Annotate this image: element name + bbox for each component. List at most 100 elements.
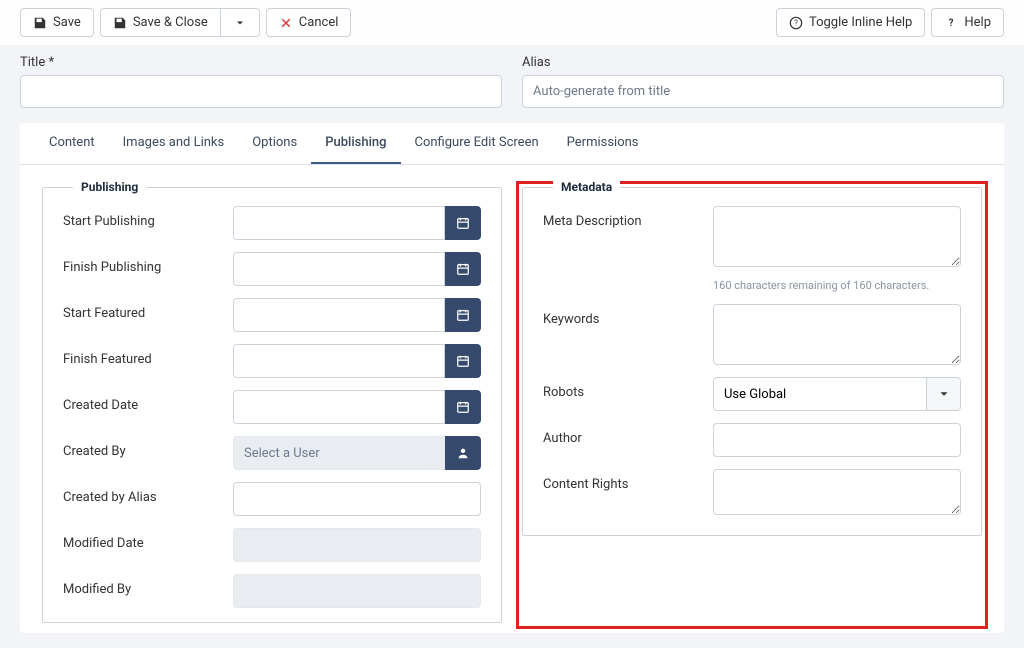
content-row: Publishing Start Publishing Finish Publi… [20, 165, 1004, 633]
label-author: Author [543, 423, 703, 446]
label-keywords: Keywords [543, 304, 703, 327]
tab-configure-edit[interactable]: Configure Edit Screen [401, 123, 553, 164]
input-start-featured[interactable] [233, 298, 445, 332]
chevron-down-icon [233, 16, 247, 30]
select-robots[interactable] [713, 377, 961, 411]
row-modified-date: Modified Date [63, 528, 481, 562]
question-icon: ? [944, 16, 958, 30]
row-author: Author [543, 423, 961, 457]
row-content-rights: Content Rights [543, 469, 961, 515]
metadata-fieldset: Metadata Meta Description 160 characters… [522, 187, 982, 536]
help-button[interactable]: ? Help [931, 8, 1004, 37]
svg-text:?: ? [949, 18, 954, 29]
row-created-date: Created Date [63, 390, 481, 424]
label-modified-by: Modified By [63, 574, 223, 597]
metadata-legend: Metadata [553, 180, 620, 194]
save-button[interactable]: Save [20, 8, 94, 37]
label-finish-publishing: Finish Publishing [63, 252, 223, 275]
user-icon [456, 446, 470, 460]
calendar-icon [456, 354, 470, 368]
save-icon [113, 16, 127, 30]
label-content-rights: Content Rights [543, 469, 703, 492]
title-label: Title * [20, 55, 502, 70]
save-close-label: Save & Close [133, 15, 208, 30]
cancel-icon [279, 16, 293, 30]
textarea-content-rights[interactable] [713, 469, 961, 515]
main-panel: Content Images and Links Options Publish… [20, 123, 1004, 633]
row-start-featured: Start Featured [63, 298, 481, 332]
input-start-publishing[interactable] [233, 206, 445, 240]
tab-content[interactable]: Content [35, 123, 109, 164]
input-finish-featured[interactable] [233, 344, 445, 378]
label-start-featured: Start Featured [63, 298, 223, 321]
tabs: Content Images and Links Options Publish… [20, 123, 1004, 165]
save-label: Save [53, 15, 81, 30]
row-meta-description: Meta Description [543, 206, 961, 267]
label-meta-description: Meta Description [543, 206, 703, 229]
metadata-column: Metadata Meta Description 160 characters… [522, 187, 982, 623]
cancel-label: Cancel [299, 15, 339, 30]
calendar-start-publishing[interactable] [445, 206, 481, 240]
input-author[interactable] [713, 423, 961, 457]
title-row: Title * Alias [0, 45, 1024, 108]
user-select-button[interactable] [445, 436, 481, 470]
help-label: Help [964, 15, 991, 30]
tab-publishing[interactable]: Publishing [311, 123, 400, 164]
input-finish-publishing[interactable] [233, 252, 445, 286]
input-created-date[interactable] [233, 390, 445, 424]
alias-label: Alias [522, 55, 1004, 70]
tab-images-links[interactable]: Images and Links [109, 123, 239, 164]
calendar-finish-featured[interactable] [445, 344, 481, 378]
row-modified-by: Modified By [63, 574, 481, 608]
label-finish-featured: Finish Featured [63, 344, 223, 367]
row-keywords: Keywords [543, 304, 961, 365]
tab-options[interactable]: Options [238, 123, 311, 164]
label-created-by: Created By [63, 436, 223, 459]
alias-field: Alias [522, 55, 1004, 108]
toolbar-right: ? Toggle Inline Help ? Help [776, 8, 1004, 37]
save-close-dropdown[interactable] [221, 8, 260, 37]
toggle-help-button[interactable]: ? Toggle Inline Help [776, 8, 925, 37]
row-robots: Robots [543, 377, 961, 411]
save-close-button[interactable]: Save & Close [100, 8, 221, 37]
tab-permissions[interactable]: Permissions [553, 123, 653, 164]
calendar-icon [456, 308, 470, 322]
row-finish-featured: Finish Featured [63, 344, 481, 378]
toolbar-left: Save Save & Close Cancel [20, 8, 351, 37]
input-modified-by [233, 574, 481, 608]
question-circle-icon: ? [789, 16, 803, 30]
row-created-by-alias: Created by Alias [63, 482, 481, 516]
alias-input[interactable] [522, 75, 1004, 108]
calendar-icon [456, 400, 470, 414]
row-finish-publishing: Finish Publishing [63, 252, 481, 286]
textarea-meta-description[interactable] [713, 206, 961, 267]
toggle-help-label: Toggle Inline Help [809, 15, 912, 30]
label-created-date: Created Date [63, 390, 223, 413]
save-icon [33, 16, 47, 30]
input-created-by-alias[interactable] [233, 482, 481, 516]
meta-description-hint: 160 characters remaining of 160 characte… [713, 279, 961, 292]
input-created-by[interactable] [233, 436, 445, 470]
publishing-column: Publishing Start Publishing Finish Publi… [42, 187, 502, 623]
title-field: Title * [20, 55, 502, 108]
toolbar: Save Save & Close Cancel ? [0, 0, 1024, 45]
row-created-by: Created By [63, 436, 481, 470]
svg-text:?: ? [794, 18, 798, 27]
calendar-icon [456, 216, 470, 230]
calendar-icon [456, 262, 470, 276]
label-start-publishing: Start Publishing [63, 206, 223, 229]
calendar-start-featured[interactable] [445, 298, 481, 332]
publishing-fieldset: Publishing Start Publishing Finish Publi… [42, 187, 502, 623]
title-input[interactable] [20, 75, 502, 108]
row-start-publishing: Start Publishing [63, 206, 481, 240]
label-created-by-alias: Created by Alias [63, 482, 223, 505]
cancel-button[interactable]: Cancel [266, 8, 352, 37]
save-close-group: Save & Close [100, 8, 260, 37]
calendar-finish-publishing[interactable] [445, 252, 481, 286]
textarea-keywords[interactable] [713, 304, 961, 365]
calendar-created-date[interactable] [445, 390, 481, 424]
input-modified-date [233, 528, 481, 562]
label-robots: Robots [543, 377, 703, 400]
label-modified-date: Modified Date [63, 528, 223, 551]
publishing-legend: Publishing [73, 180, 146, 194]
